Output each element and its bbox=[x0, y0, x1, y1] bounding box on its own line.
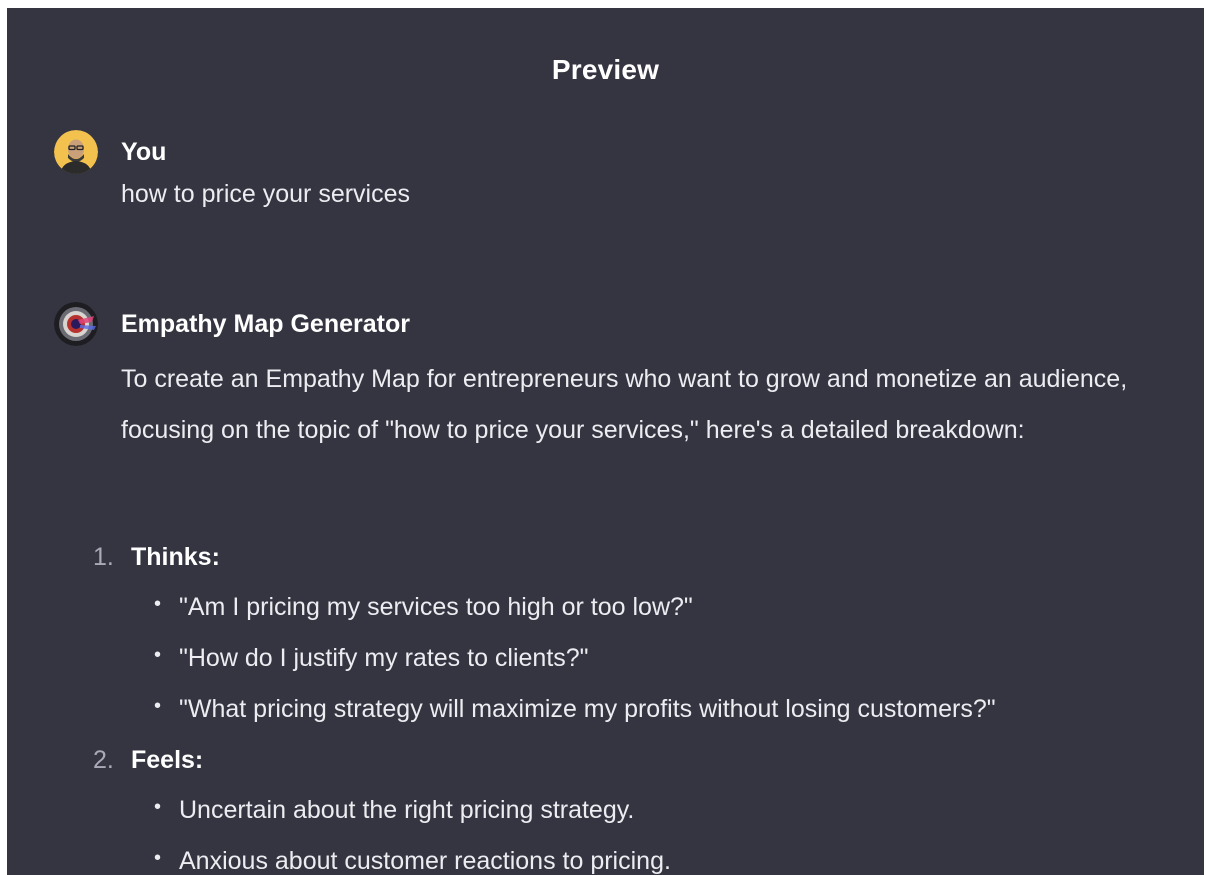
list-item-title: Thinks: bbox=[131, 543, 220, 571]
bullet-dot-icon: • bbox=[154, 593, 162, 615]
bullet-text: Anxious about customer reactions to pric… bbox=[179, 847, 671, 875]
user-message-text: how to price your services bbox=[121, 180, 411, 208]
list-item: 2. Feels: bbox=[93, 735, 1193, 785]
list-bullet: • "Am I pricing my services too high or … bbox=[93, 582, 1193, 633]
page-title: Preview bbox=[551, 54, 660, 85]
list-bullet: • "How do I justify my rates to clients?… bbox=[93, 633, 1193, 684]
list-bullet: • Anxious about customer reactions to pr… bbox=[93, 836, 1193, 875]
list-item-number: 1. bbox=[93, 543, 114, 571]
bullet-dot-icon: • bbox=[154, 695, 162, 717]
user-author-name: You bbox=[121, 138, 167, 166]
gpt-avatar-icon bbox=[54, 302, 98, 346]
list-bullet: • Uncertain about the right pricing stra… bbox=[93, 785, 1193, 836]
bullet-text: "Am I pricing my services too high or to… bbox=[179, 593, 693, 621]
bullet-dot-icon: • bbox=[154, 644, 162, 666]
bullet-dot-icon: • bbox=[154, 847, 162, 869]
bullet-text: Uncertain about the right pricing strate… bbox=[179, 796, 635, 824]
preview-panel: Preview You how to price your services E… bbox=[7, 8, 1204, 875]
list-item: 1. Thinks: bbox=[93, 532, 1193, 582]
bullet-text: "What pricing strategy will maximize my … bbox=[179, 695, 996, 723]
list-item-number: 2. bbox=[93, 746, 114, 774]
list-bullet: • "What pricing strategy will maximize m… bbox=[93, 684, 1193, 735]
user-avatar-icon bbox=[54, 130, 98, 174]
assistant-intro-text: To create an Empathy Map for entrepreneu… bbox=[121, 365, 1128, 444]
empathy-map-list: 1. Thinks: • "Am I pricing my services to… bbox=[93, 532, 1193, 875]
list-item-title: Feels: bbox=[131, 746, 204, 774]
bullet-text: "How do I justify my rates to clients?" bbox=[179, 644, 589, 672]
assistant-author-name: Empathy Map Generator bbox=[121, 310, 410, 338]
bullet-dot-icon: • bbox=[154, 796, 162, 818]
